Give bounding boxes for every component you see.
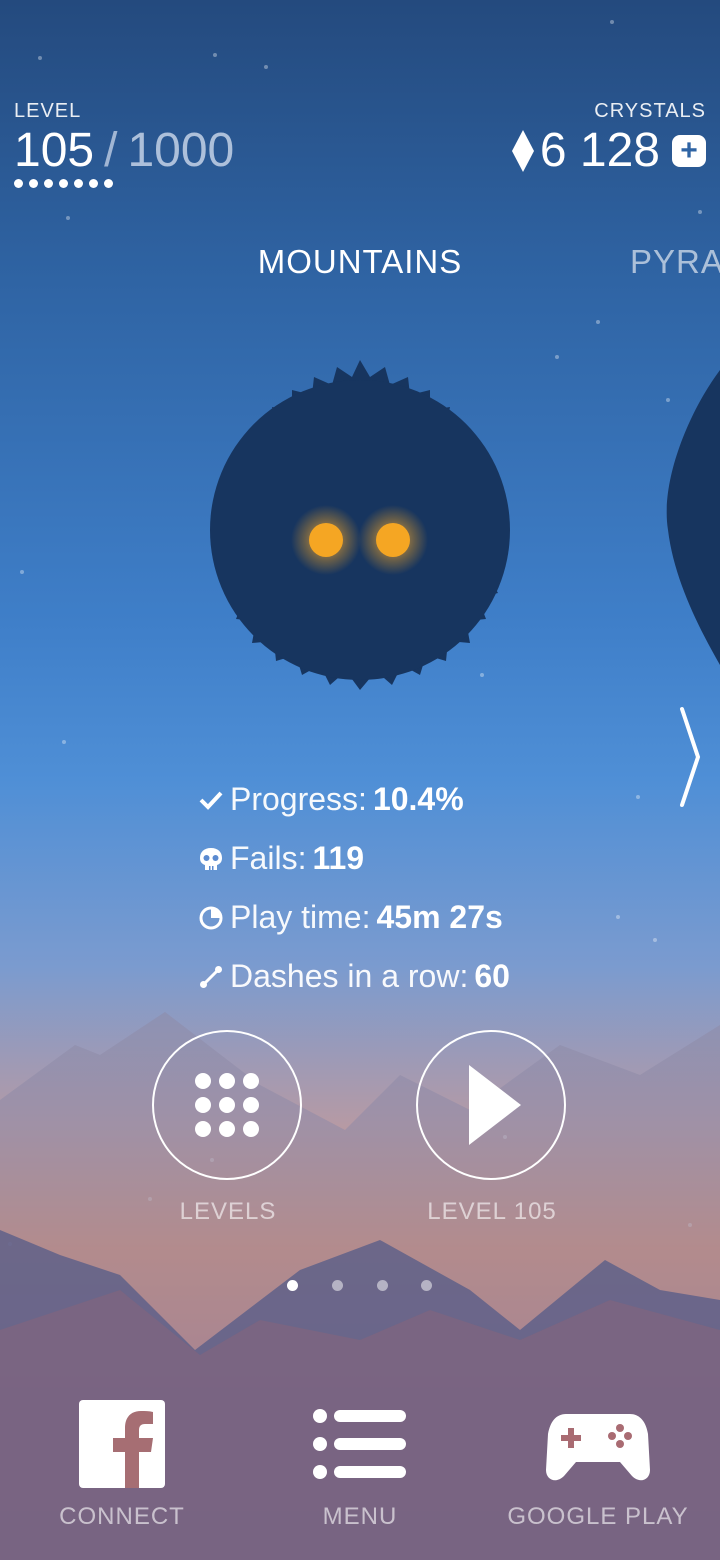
stat-label: Fails:	[230, 840, 307, 876]
grid-icon	[195, 1073, 259, 1137]
facebook-icon	[79, 1400, 165, 1488]
menu-icon	[313, 1409, 406, 1479]
dash-icon	[198, 964, 224, 990]
stat-value: 45m 27s	[376, 899, 503, 935]
check-icon	[198, 787, 224, 813]
page-dot-active[interactable]	[287, 1280, 298, 1291]
chevron-right-icon[interactable]	[676, 705, 706, 810]
page-dot[interactable]	[332, 1280, 343, 1291]
add-crystals-button[interactable]: +	[672, 135, 706, 167]
level-label: LEVEL	[14, 100, 82, 122]
connect-label: CONNECT	[59, 1503, 185, 1530]
level-dot	[44, 179, 53, 188]
crystal-icon	[511, 130, 534, 172]
next-world-title[interactable]: PYRA	[630, 243, 720, 281]
level-dot	[104, 179, 113, 188]
world-title[interactable]: MOUNTAINS	[0, 243, 720, 281]
facebook-connect-button[interactable]: CONNECT	[2, 1400, 242, 1531]
crystals-value: 6 128	[539, 124, 660, 177]
skull-icon	[198, 846, 224, 872]
play-level-caption: LEVEL 105	[427, 1198, 557, 1225]
level-dot	[74, 179, 83, 188]
menu-button[interactable]: MENU	[240, 1400, 480, 1531]
stats-panel: Progress: 10.4% Fails: 119 Play time: 45…	[198, 770, 510, 1006]
fluffy-creature[interactable]	[180, 355, 540, 715]
crystal-counter: CRYSTALS 6 128 +	[511, 100, 706, 177]
max-level: 1000	[127, 124, 235, 177]
level-separator: /	[104, 124, 118, 177]
stat-value: 10.4%	[372, 781, 464, 817]
clock-icon	[198, 905, 224, 931]
current-level: 105	[14, 124, 95, 177]
stat-dashes: Dashes in a row: 60	[198, 947, 510, 1006]
stat-label: Dashes in a row:	[230, 958, 469, 994]
level-dot	[29, 179, 38, 188]
levels-button[interactable]	[152, 1030, 302, 1180]
level-dots	[14, 179, 234, 188]
level-counter: LEVEL 105/1000	[14, 100, 234, 188]
crystals-label: CRYSTALS	[594, 100, 706, 122]
page-dot[interactable]	[377, 1280, 388, 1291]
google-play-label: GOOGLE PLAY	[507, 1503, 689, 1530]
stat-value: 119	[312, 840, 365, 876]
levels-caption: LEVELS	[179, 1198, 277, 1225]
gamepad-icon	[546, 1414, 650, 1481]
stat-label: Progress:	[230, 781, 367, 817]
crystals-row: 6 128 +	[511, 124, 706, 177]
play-icon	[469, 1065, 521, 1145]
menu-label: MENU	[322, 1503, 398, 1530]
play-level-button[interactable]	[416, 1030, 566, 1180]
stat-progress: Progress: 10.4%	[198, 770, 510, 829]
next-world-creature[interactable]	[660, 370, 720, 670]
page-indicator	[0, 1280, 720, 1294]
level-dot	[59, 179, 68, 188]
stat-label: Play time:	[230, 899, 371, 935]
stat-fails: Fails: 119	[198, 829, 510, 888]
left-eye	[309, 523, 343, 557]
right-eye	[376, 523, 410, 557]
stat-play-time: Play time: 45m 27s	[198, 888, 510, 947]
stat-value: 60	[474, 958, 510, 994]
level-dot	[89, 179, 98, 188]
level-dot	[14, 179, 23, 188]
google-play-button[interactable]: GOOGLE PLAY	[478, 1400, 718, 1531]
level-progress: 105/1000	[14, 125, 234, 177]
page-dot[interactable]	[421, 1280, 432, 1291]
